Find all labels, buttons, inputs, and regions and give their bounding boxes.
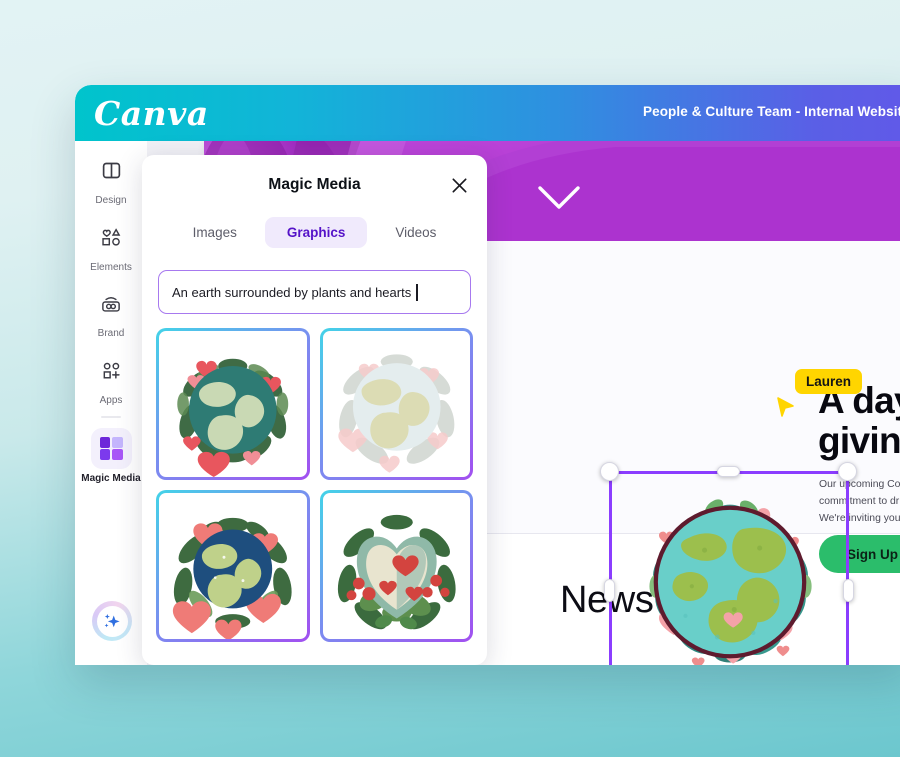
magic-ai-button[interactable] xyxy=(92,601,132,641)
magic-media-icon xyxy=(90,428,132,469)
sidebar-item-magic-media[interactable]: Magic Media xyxy=(75,428,147,485)
apps-icon xyxy=(90,349,132,391)
handle-left[interactable] xyxy=(604,579,615,602)
elements-icon xyxy=(90,216,132,258)
handle-top-left[interactable] xyxy=(600,462,619,481)
prompt-input-value: An earth surrounded by plants and hearts xyxy=(172,284,412,300)
headline-line-2: giving xyxy=(818,419,900,461)
selection-frame[interactable] xyxy=(600,462,857,665)
text-caret xyxy=(416,283,418,301)
tab-images[interactable]: Images xyxy=(171,217,259,248)
panel-title: Magic Media xyxy=(268,176,361,193)
sidebar-label-design: Design xyxy=(95,195,127,206)
sidebar-item-apps[interactable]: Apps xyxy=(75,349,147,407)
prompt-input[interactable]: An earth surrounded by plants and hearts xyxy=(158,270,471,314)
handle-top[interactable] xyxy=(717,466,740,477)
top-bar: Canva People & Culture Team - Internal W… xyxy=(75,85,900,141)
magic-media-header: Magic Media xyxy=(142,155,487,215)
sidebar-label-brand: Brand xyxy=(97,328,125,339)
sidebar-label-magic-media: Magic Media xyxy=(81,473,141,484)
result-thumbnail-4[interactable] xyxy=(320,490,474,642)
sidebar-item-elements[interactable]: Elements xyxy=(75,216,147,274)
design-icon xyxy=(90,150,132,191)
generated-results-grid xyxy=(156,328,473,642)
cursor-arrow-icon xyxy=(776,397,796,424)
collaborator-name-badge: Lauren xyxy=(795,369,863,394)
canva-app-window: Canva People & Culture Team - Internal W… xyxy=(75,85,900,665)
tab-graphics[interactable]: Graphics xyxy=(264,217,368,248)
left-sidebar: Design Elements Brand Apps Magic Media xyxy=(75,141,147,665)
sidebar-divider xyxy=(101,416,121,418)
magic-media-tabs: Images Graphics Videos xyxy=(142,217,487,248)
magic-media-panel[interactable]: Magic Media Images Graphics Videos An ea… xyxy=(142,155,487,665)
brand-icon xyxy=(90,283,132,324)
chevron-down-icon[interactable] xyxy=(537,185,581,216)
handle-right[interactable] xyxy=(843,579,854,602)
handle-top-right[interactable] xyxy=(838,462,857,481)
result-thumbnail-3[interactable] xyxy=(156,490,310,642)
result-thumbnail-2[interactable] xyxy=(320,328,474,480)
selection-edge-right xyxy=(846,471,849,665)
selection-edge-left xyxy=(609,471,612,665)
sparkle-icon xyxy=(96,605,128,637)
canva-logo[interactable]: Canva xyxy=(94,97,209,130)
sidebar-label-apps: Apps xyxy=(99,394,123,406)
sidebar-item-brand[interactable]: Brand xyxy=(75,283,147,340)
result-thumbnail-1[interactable] xyxy=(156,328,310,480)
sidebar-item-design[interactable]: Design xyxy=(75,150,147,207)
sidebar-label-elements: Elements xyxy=(90,261,132,273)
document-title[interactable]: People & Culture Team - Internal Website xyxy=(643,104,900,119)
tab-videos[interactable]: Videos xyxy=(373,217,458,248)
close-icon[interactable] xyxy=(447,173,471,197)
